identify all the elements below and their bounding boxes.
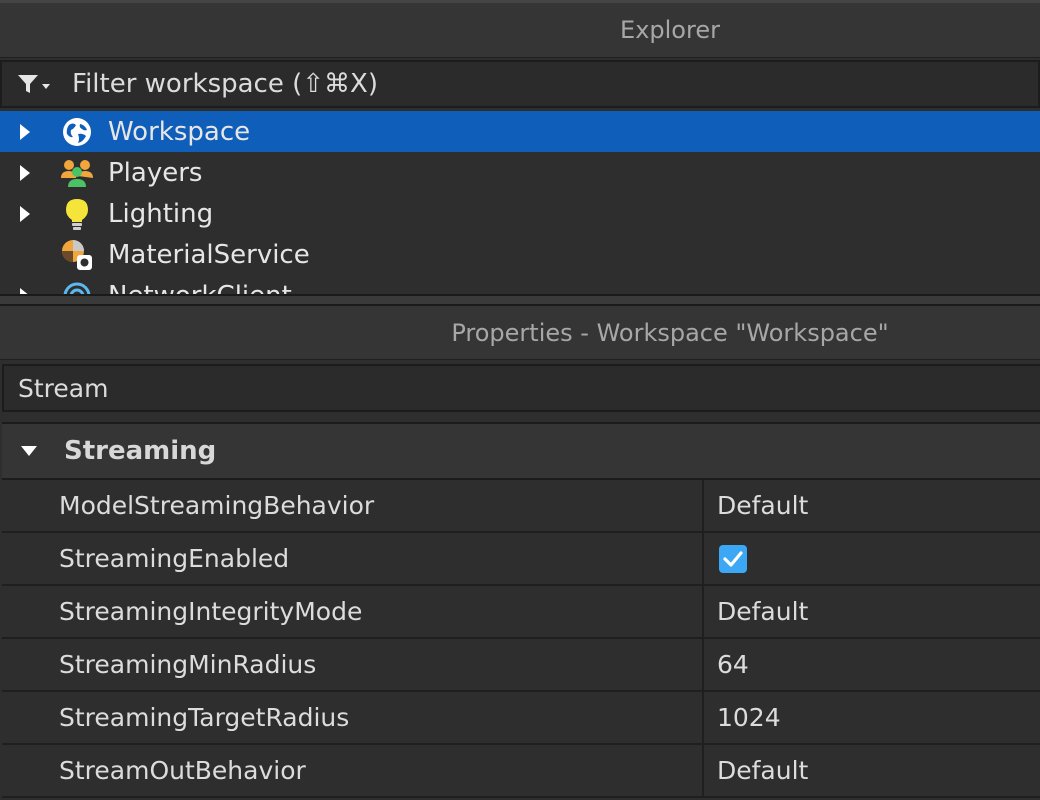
- players-icon: [60, 156, 94, 190]
- property-row: StreamingTargetRadius 1024: [2, 692, 1040, 745]
- tree-item-label: Lighting: [108, 198, 214, 229]
- expand-arrow-icon[interactable]: [18, 193, 32, 234]
- property-row: ModelStreamingBehavior Default: [2, 480, 1040, 533]
- panel-resize-handle[interactable]: [0, 294, 1040, 306]
- explorer-title: Explorer: [0, 0, 1040, 58]
- expand-arrow-icon[interactable]: [18, 111, 32, 152]
- material-service-icon: [60, 238, 94, 272]
- property-name: StreamingIntegrityMode: [2, 586, 704, 637]
- tree-item-networkclient[interactable]: NetworkClient: [0, 275, 1040, 296]
- property-name: StreamingMinRadius: [2, 639, 704, 690]
- tree-item-label: Workspace: [108, 116, 251, 147]
- tree-item-label: Players: [108, 157, 203, 188]
- property-name: StreamingTargetRadius: [2, 692, 704, 743]
- properties-table: ModelStreamingBehavior Default Streaming…: [2, 480, 1040, 798]
- globe-icon: [60, 115, 94, 149]
- tree-item-materialservice[interactable]: MaterialService: [0, 234, 1040, 275]
- property-name: StreamingEnabled: [2, 533, 704, 584]
- explorer-panel: Explorer Filter workspace (⇧⌘X) Workspac…: [0, 0, 1040, 296]
- property-value-cell: [704, 533, 1040, 584]
- property-name: StreamOutBehavior: [2, 745, 704, 796]
- properties-search-input[interactable]: [2, 364, 1040, 412]
- streaming-enabled-checkbox[interactable]: [719, 544, 747, 573]
- properties-title: Properties - Workspace "Workspace": [0, 306, 1040, 360]
- lightbulb-icon: [60, 197, 94, 231]
- property-value-input[interactable]: 64: [704, 639, 1040, 690]
- property-name: ModelStreamingBehavior: [2, 480, 704, 531]
- tree-item-players[interactable]: Players: [0, 152, 1040, 193]
- property-row: StreamingEnabled: [2, 533, 1040, 586]
- property-row: StreamingIntegrityMode Default: [2, 586, 1040, 639]
- property-value-dropdown[interactable]: Default: [704, 480, 1040, 531]
- section-label: Streaming: [64, 436, 217, 466]
- property-value-dropdown[interactable]: Default: [704, 586, 1040, 637]
- explorer-filter-input[interactable]: Filter workspace (⇧⌘X): [0, 60, 1040, 108]
- section-header-streaming[interactable]: Streaming: [2, 422, 1040, 480]
- property-row: StreamOutBehavior Default: [2, 745, 1040, 798]
- expander-placeholder: [18, 234, 32, 275]
- filter-icon[interactable]: [16, 69, 56, 99]
- property-value-input[interactable]: 1024: [704, 692, 1040, 743]
- properties-search-wrap: [0, 360, 1040, 416]
- expand-arrow-icon[interactable]: [18, 152, 32, 193]
- collapse-arrow-icon[interactable]: [20, 445, 38, 457]
- tree-item-label: MaterialService: [108, 239, 310, 270]
- properties-panel: Properties - Workspace "Workspace" Strea…: [0, 306, 1040, 800]
- tree-item-workspace[interactable]: Workspace: [0, 111, 1040, 152]
- expand-arrow-icon[interactable]: [18, 275, 32, 296]
- property-value-dropdown[interactable]: Default: [704, 745, 1040, 796]
- explorer-tree: Workspace Players Lighting MaterialServi…: [0, 111, 1040, 296]
- tree-item-lighting[interactable]: Lighting: [0, 193, 1040, 234]
- property-row: StreamingMinRadius 64: [2, 639, 1040, 692]
- filter-placeholder: Filter workspace (⇧⌘X): [72, 69, 378, 99]
